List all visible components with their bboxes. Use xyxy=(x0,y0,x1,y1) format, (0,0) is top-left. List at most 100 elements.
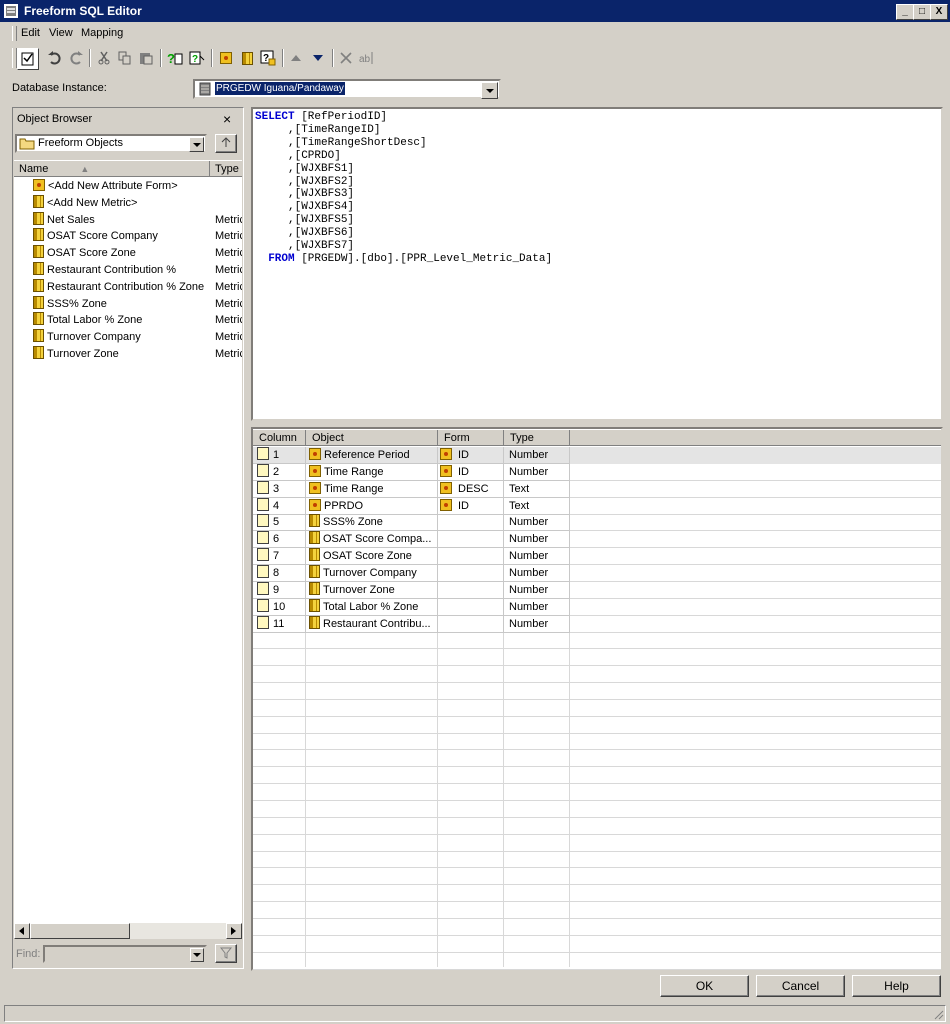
resize-grip-icon[interactable] xyxy=(932,1008,944,1020)
cell-type[interactable]: Number xyxy=(504,615,570,633)
find-input[interactable] xyxy=(43,945,207,963)
cell-object[interactable]: Reference Period xyxy=(306,447,438,464)
cell-form[interactable] xyxy=(438,564,504,582)
cell-type[interactable]: Text xyxy=(504,480,570,498)
cell-form[interactable]: ID xyxy=(438,447,504,464)
cell-object[interactable]: SSS% Zone xyxy=(306,514,438,532)
object-list-item[interactable]: <Add New Metric> xyxy=(33,194,137,212)
cell-type[interactable]: Number xyxy=(504,564,570,582)
cell-column[interactable]: 3 xyxy=(253,480,306,498)
chevron-down-icon[interactable] xyxy=(481,82,498,99)
validate-icon[interactable] xyxy=(17,48,39,70)
table-row[interactable]: 8 Turnover Company Number xyxy=(253,564,941,582)
table-row[interactable]: 10 Total Labor % Zone Number xyxy=(253,598,941,616)
table-row[interactable]: 3 Time Range DESC Text xyxy=(253,480,941,498)
cell-object[interactable]: Turnover Zone xyxy=(306,581,438,599)
object-list-item[interactable]: Turnover Zone xyxy=(33,346,119,363)
insert-attribute-icon[interactable] xyxy=(216,48,236,68)
cell-type[interactable]: Number xyxy=(504,447,570,464)
cell-type[interactable]: Number xyxy=(504,598,570,616)
cell-column[interactable]: 10 xyxy=(253,598,306,616)
delete-icon[interactable] xyxy=(336,48,356,68)
cell-type[interactable]: Number xyxy=(504,463,570,481)
cell-object[interactable]: Restaurant Contribu... xyxy=(306,615,438,633)
object-browser-close-icon[interactable]: × xyxy=(223,111,231,127)
cell-type[interactable]: Number xyxy=(504,581,570,599)
table-row[interactable]: 4 PPRDO ID Text xyxy=(253,497,941,515)
undo-icon[interactable] xyxy=(45,48,65,68)
whats-this-icon[interactable]: ? xyxy=(187,48,207,68)
ok-button[interactable]: OK xyxy=(660,975,749,997)
redo-icon[interactable] xyxy=(66,48,86,68)
scroll-left-icon[interactable] xyxy=(14,923,30,939)
table-row[interactable]: 6 OSAT Score Compa... Number xyxy=(253,531,941,549)
rename-icon[interactable]: ab xyxy=(357,48,377,68)
table-row[interactable]: 11 Restaurant Contribu... Number xyxy=(253,615,941,633)
parent-folder-button[interactable] xyxy=(215,134,237,153)
paste-icon[interactable] xyxy=(136,48,156,68)
object-list-item[interactable]: <Add New Attribute Form> xyxy=(33,178,178,195)
column-header-object[interactable]: Object xyxy=(306,430,438,446)
cell-form[interactable] xyxy=(438,514,504,532)
help-button[interactable]: Help xyxy=(852,975,941,997)
menu-mapping[interactable]: Mapping xyxy=(81,27,123,39)
menu-view[interactable]: View xyxy=(49,27,73,39)
scroll-thumb[interactable] xyxy=(30,923,130,939)
chevron-down-icon[interactable] xyxy=(189,137,204,152)
table-row[interactable]: 7 OSAT Score Zone Number xyxy=(253,548,941,566)
insert-metric-icon[interactable] xyxy=(237,48,257,68)
db-instance-dropdown[interactable]: PRGEDW Iguana/Pandaway xyxy=(193,79,501,99)
table-row[interactable]: 9 Turnover Zone Number xyxy=(253,581,941,599)
table-row[interactable]: 1 Reference Period ID Number xyxy=(253,447,941,464)
table-row[interactable]: 2 Time Range ID Number xyxy=(253,463,941,481)
cell-form[interactable] xyxy=(438,548,504,566)
cell-type[interactable]: Number xyxy=(504,531,570,549)
object-list-item[interactable]: SSS% Zone xyxy=(33,295,107,313)
copy-icon[interactable] xyxy=(115,48,135,68)
menu-edit[interactable]: Edit xyxy=(21,27,40,39)
cell-column[interactable]: 2 xyxy=(253,463,306,481)
cell-form[interactable] xyxy=(438,531,504,549)
cell-column[interactable]: 4 xyxy=(253,497,306,515)
object-list-item[interactable]: OSAT Score Company xyxy=(33,228,158,245)
cell-column[interactable]: 8 xyxy=(253,564,306,582)
object-list-item[interactable]: OSAT Score Zone xyxy=(33,245,136,262)
cell-object[interactable]: Turnover Company xyxy=(306,564,438,582)
object-list-item[interactable]: Turnover Company xyxy=(33,329,141,346)
cell-object[interactable]: Time Range xyxy=(306,480,438,498)
minimize-button[interactable]: _ xyxy=(896,4,914,20)
object-list-item[interactable]: Total Labor % Zone xyxy=(33,312,142,329)
cell-type[interactable]: Text xyxy=(504,497,570,515)
cancel-button[interactable]: Cancel xyxy=(756,975,845,997)
folder-dropdown[interactable]: Freeform Objects xyxy=(15,134,207,153)
cell-object[interactable]: OSAT Score Zone xyxy=(306,548,438,566)
cell-form[interactable]: ID xyxy=(438,463,504,481)
move-up-icon[interactable] xyxy=(286,48,306,68)
column-header-column[interactable]: Column xyxy=(253,430,306,446)
cell-object[interactable]: OSAT Score Compa... xyxy=(306,531,438,549)
horizontal-scrollbar[interactable] xyxy=(14,923,242,939)
object-list-item[interactable]: Restaurant Contribution % xyxy=(33,262,176,279)
title-bar[interactable]: Freeform SQL Editor _ □ X xyxy=(0,0,950,22)
move-down-icon[interactable] xyxy=(308,48,328,68)
cell-column[interactable]: 6 xyxy=(253,531,306,549)
cell-object[interactable]: PPRDO xyxy=(306,497,438,515)
cut-icon[interactable] xyxy=(94,48,114,68)
cell-type[interactable]: Number xyxy=(504,548,570,566)
column-header-form[interactable]: Form xyxy=(438,430,504,446)
cell-column[interactable]: 1 xyxy=(253,447,306,464)
close-button[interactable]: X xyxy=(930,4,948,20)
help-icon[interactable]: ? xyxy=(165,48,185,68)
cell-column[interactable]: 7 xyxy=(253,548,306,566)
cell-column[interactable]: 5 xyxy=(253,514,306,532)
cell-column[interactable]: 11 xyxy=(253,615,306,633)
scroll-right-icon[interactable] xyxy=(226,923,242,939)
cell-form[interactable]: ID xyxy=(438,497,504,515)
cell-form[interactable] xyxy=(438,615,504,633)
sql-editor[interactable]: SELECT [RefPeriodID] ,[TimeRangeID] ,[Ti… xyxy=(251,107,943,421)
maximize-button[interactable]: □ xyxy=(913,4,931,20)
insert-prompt-icon[interactable]: ? xyxy=(258,48,278,68)
table-row[interactable]: 5 SSS% Zone Number xyxy=(253,514,941,532)
name-column-header[interactable]: Name ▲ xyxy=(14,161,210,177)
cell-form[interactable] xyxy=(438,581,504,599)
